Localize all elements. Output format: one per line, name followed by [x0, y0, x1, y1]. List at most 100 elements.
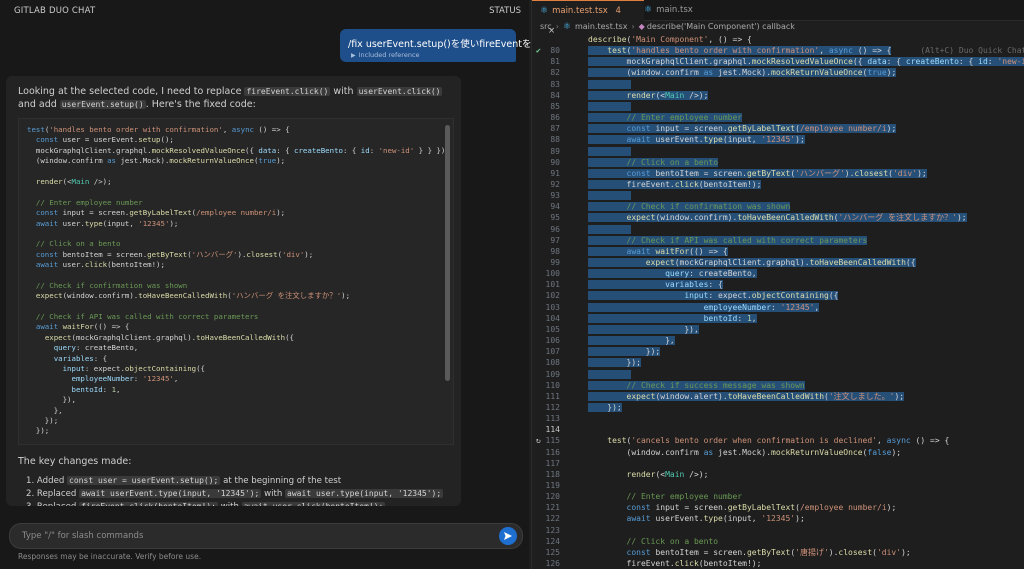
editor-line[interactable]: 118 render(<Main />);: [532, 469, 1024, 480]
editor-line[interactable]: 91 const bentoItem = screen.getByText('ハ…: [532, 168, 1024, 179]
editor-line[interactable]: 100 query: createBento,: [532, 268, 1024, 279]
code-token: (input,: [722, 514, 762, 524]
editor-line[interactable]: 85: [532, 101, 1024, 112]
chat-input[interactable]: [20, 527, 494, 545]
code-token: const: [626, 168, 651, 178]
editor-line[interactable]: 110 // Check if success message was show…: [532, 380, 1024, 391]
breadcrumb-item[interactable]: main.test.tsx: [575, 22, 627, 31]
editor-line-text: });: [588, 346, 661, 357]
code-token: :: [987, 57, 998, 67]
line-number: 110: [545, 380, 560, 390]
code-token: toHaveBeenCalledWith: [727, 391, 825, 401]
editor-line[interactable]: 124 // Click on a bento: [532, 536, 1024, 547]
test-passed-icon[interactable]: ✔: [536, 45, 541, 56]
line-number: 108: [545, 358, 560, 368]
editor-line-text: [588, 146, 632, 157]
code-block[interactable]: test('handles bento order with confirmat…: [18, 118, 454, 445]
inline-code: userEvent.click(): [356, 87, 443, 96]
editor-line[interactable]: 126 fireEvent.click(bentoItem!);: [532, 558, 1024, 569]
assistant-intro-text: Looking at the selected code, I need to …: [18, 85, 454, 111]
editor-line[interactable]: 89: [532, 146, 1024, 157]
code-token: // Check if API was called with correct …: [27, 312, 259, 322]
editor-line-text: describe('Main Component', () => {: [588, 34, 752, 45]
editor-line[interactable]: 97 // Check if API was called with corre…: [532, 235, 1024, 246]
code-token: createBento: [294, 145, 343, 155]
code-token: type: [84, 218, 103, 228]
editor-line[interactable]: 122 await userEvent.type(input, '12345')…: [532, 513, 1024, 524]
editor-line[interactable]: 98 await waitFor(() => {: [532, 246, 1024, 257]
code-token: userEvent.: [650, 514, 704, 524]
editor-line[interactable]: 105 }),: [532, 324, 1024, 335]
editor-line[interactable]: 102 input: expect.objectContaining({: [532, 290, 1024, 301]
breadcrumb-item[interactable]: describe('Main Component') callback: [647, 22, 795, 31]
code-token: (bentoItem!);: [698, 559, 762, 569]
editor-line[interactable]: 111 expect(window.alert).toHaveBeenCalle…: [532, 391, 1024, 402]
editor-line[interactable]: 113: [532, 413, 1024, 424]
editor-line[interactable]: 88 await userEvent.type(input, '12345');: [532, 134, 1024, 145]
editor-line[interactable]: 104 bentoId: 1,: [532, 313, 1024, 324]
code-token: });: [27, 415, 59, 425]
editor-line[interactable]: 103 employeeNumber: '12345',: [532, 302, 1024, 313]
code-token: (() => {: [689, 246, 728, 256]
editor-line[interactable]: 101 variables: {: [532, 279, 1024, 290]
editor-line[interactable]: 90 // Click on a bento: [532, 157, 1024, 168]
editor-code-area[interactable]: describe('Main Component', () => {80 ✔ te…: [532, 34, 1024, 569]
editor-line[interactable]: 82 (window.confirm as jest.Mock).mockRet…: [532, 67, 1024, 78]
editor-line[interactable]: 106 },: [532, 335, 1024, 346]
changes-list: 1. Added const user = userEvent.setup();…: [26, 474, 444, 506]
code-token: id: [978, 57, 988, 67]
editor-line[interactable]: 84 render(<Main />);: [532, 90, 1024, 101]
editor-line[interactable]: 115 ↻ test('cancels bento order when conf…: [532, 435, 1024, 446]
editor-line[interactable]: 125 const bentoItem = screen.getByText('…: [532, 547, 1024, 558]
editor-line[interactable]: 96: [532, 224, 1024, 235]
editor-line[interactable]: describe('Main Component', () => {: [532, 34, 1024, 45]
editor-line[interactable]: 86 // Enter employee number: [532, 112, 1024, 123]
send-button[interactable]: [499, 527, 517, 545]
editor-line[interactable]: 109: [532, 369, 1024, 380]
selection-highlight: employeeNumber: '12345',: [588, 302, 820, 312]
editor-line[interactable]: 83: [532, 79, 1024, 90]
line-number: 103: [545, 302, 560, 312]
selection-highlight: }),: [588, 324, 699, 334]
code-token: getByLabelText: [129, 208, 192, 218]
line-number: 84: [550, 90, 560, 100]
editor-line[interactable]: 94 // Check if confirmation was shown: [532, 201, 1024, 212]
editor-line[interactable]: 114: [532, 424, 1024, 435]
editor-line[interactable]: 87 const input = screen.getByLabelText(/…: [532, 123, 1024, 134]
editor-line[interactable]: 95 expect(window.confirm).toHaveBeenCall…: [532, 212, 1024, 223]
editor-line[interactable]: 92 fireEvent.click(bentoItem!);: [532, 179, 1024, 190]
editor-line[interactable]: 108 });: [532, 357, 1024, 368]
code-token: 'ハンバーグ': [191, 249, 238, 259]
inline-code: await userEvent.type(input, '12345');: [79, 489, 262, 498]
editor-line[interactable]: 81 mockGraphqlClient.graphql.mockResolve…: [532, 56, 1024, 67]
code-token: input = screen.: [58, 208, 130, 218]
code-token: (bentoItem!);: [107, 260, 165, 270]
code-token: 'handles bento order with confirmation': [49, 125, 223, 134]
editor-line[interactable]: 120 // Enter employee number: [532, 491, 1024, 502]
editor-line[interactable]: 99 expect(mockGraphqlClient.graphql).toH…: [532, 257, 1024, 268]
editor-line[interactable]: 117: [532, 458, 1024, 469]
tab-main-test-tsx[interactable]: ⚛ main.test.tsx 4 ×: [532, 0, 644, 36]
breadcrumb-item[interactable]: src: [540, 22, 552, 31]
editor-line[interactable]: 112 });: [532, 402, 1024, 413]
line-number: 104: [545, 313, 560, 323]
editor-line[interactable]: 93: [532, 190, 1024, 201]
code-token: );: [304, 249, 314, 259]
editor-line[interactable]: 119: [532, 480, 1024, 491]
code-token: jest.Mock).: [713, 447, 772, 457]
test-run-icon[interactable]: ↻: [536, 435, 541, 446]
code-token: : createBento,: [689, 269, 757, 279]
code-token: // Check if confirmation was shown: [626, 202, 791, 212]
editor-line[interactable]: 116 (window.confirm as jest.Mock).mockRe…: [532, 447, 1024, 458]
status-link[interactable]: STATUS: [489, 6, 521, 16]
editor-line[interactable]: 80 ✔ test('handles bento order with confi…: [532, 45, 1024, 56]
editor-line[interactable]: 121 const input = screen.getByLabelText(…: [532, 502, 1024, 513]
code-block-scrollbar[interactable]: [445, 125, 450, 381]
code-token: ,: [877, 436, 887, 446]
editor-line[interactable]: 107 });: [532, 346, 1024, 357]
code-token: );: [795, 514, 805, 524]
editor-line[interactable]: 123: [532, 525, 1024, 536]
included-reference-toggle[interactable]: ▶ Included reference: [351, 51, 420, 59]
tab-main-tsx[interactable]: ⚛ main.tsx: [636, 0, 701, 20]
